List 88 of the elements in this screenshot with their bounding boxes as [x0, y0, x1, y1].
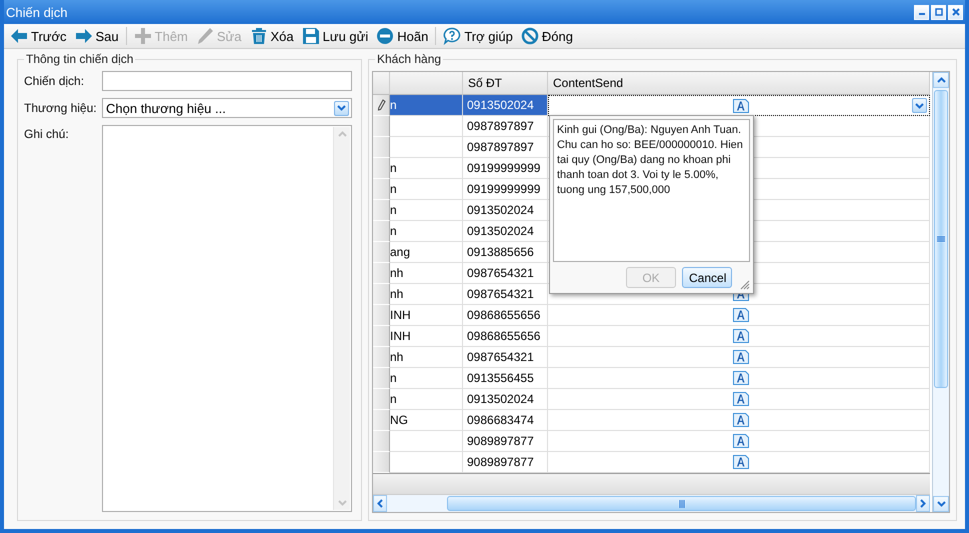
table-cell: 0913502024 — [463, 389, 548, 410]
text-document-icon[interactable] — [733, 350, 749, 364]
scroll-up-icon — [338, 131, 346, 137]
minimize-button[interactable] — [914, 4, 929, 20]
maximize-button[interactable] — [931, 4, 946, 20]
text-document-icon[interactable] — [733, 98, 749, 112]
table-cell: 0913885656 — [463, 242, 548, 263]
toolbar-button[interactable]: Đóng — [518, 27, 575, 45]
grip-lines-icon — [937, 236, 945, 242]
table-cell: n — [390, 200, 463, 221]
dropdown-button[interactable] — [912, 98, 927, 113]
chevron-up-icon — [936, 77, 946, 83]
text-document-icon[interactable] — [733, 329, 749, 343]
arrow-left-icon — [10, 27, 28, 45]
chevron-left-icon — [377, 499, 383, 508]
chevron-down-icon — [915, 102, 924, 108]
table-cell: 0986683474 — [463, 410, 548, 431]
group-title: Khách hàng — [375, 52, 444, 66]
text-document-icon[interactable] — [733, 308, 749, 322]
table-cell: ang — [390, 242, 463, 263]
table-cell: n — [390, 179, 463, 200]
row-header[interactable] — [373, 95, 390, 116]
field-label: Thương hiệu: — [24, 101, 98, 115]
field-label: Ghi chú: — [24, 126, 70, 141]
toolbar-button[interactable]: Lưu gửi — [300, 27, 370, 45]
column-header[interactable]: ContentSend — [548, 72, 930, 95]
close-icon — [952, 8, 960, 16]
help-icon — [443, 27, 462, 45]
table-cell: n — [390, 389, 463, 410]
table-cell: nh — [390, 263, 463, 284]
table-cell: nh — [390, 347, 463, 368]
text-document-icon[interactable] — [733, 455, 749, 469]
table-cell: 0987654321 — [463, 347, 548, 368]
text-document-icon[interactable] — [733, 392, 749, 406]
table-cell: 09199999999 — [463, 179, 548, 200]
pencil-icon — [376, 99, 386, 111]
table-cell: INH — [390, 305, 463, 326]
table-cell: n — [390, 158, 463, 179]
table-cell: 09199999999 — [463, 158, 548, 179]
table-cell: 0987654321 — [463, 284, 548, 305]
content-text-area[interactable]: Kinh gui (Ong/Ba): Nguyen Anh Tuan. Chu can ho so: BEE/000000010. Hien tai quy (Ong/Ba) dang no khoan phi thanh toan dot 3. Voi ty le 5.00%, tuong ung 157,500,000 — [553, 119, 750, 262]
arrow-right-icon — [74, 27, 93, 45]
text-document-icon[interactable] — [733, 371, 749, 385]
table-cell: n — [390, 368, 463, 389]
toolbar-button[interactable]: Hoãn — [374, 27, 430, 45]
toolbar-button[interactable]: Sau — [72, 27, 121, 45]
table-cell: 0913502024 — [463, 200, 548, 221]
chevron-down-icon — [337, 105, 346, 111]
table-cell: INH — [390, 326, 463, 347]
dialog-button[interactable]: Cancel — [682, 267, 732, 288]
pencil-icon — [196, 27, 214, 45]
grip-lines-icon — [678, 500, 684, 508]
table-cell: 0913556455 — [463, 368, 548, 389]
table-cell: 0913502024 — [463, 221, 548, 242]
no-entry-icon — [520, 27, 539, 45]
campaign-input-field[interactable] — [102, 71, 352, 91]
vertical-scrollbar[interactable] — [932, 72, 949, 512]
minus-circle-icon — [376, 27, 394, 45]
table-cell: 9089897877 — [463, 431, 548, 452]
plus-icon — [134, 27, 152, 45]
chevron-down-icon — [936, 501, 946, 507]
brand-dropdown[interactable]: Chọn thương hiệu ... — [102, 98, 352, 118]
table-cell: n — [390, 221, 463, 242]
table-cell: 09868655656 — [463, 305, 548, 326]
chevron-right-icon — [920, 499, 926, 508]
text-document-icon[interactable] — [733, 413, 749, 427]
scroll-down-icon — [338, 500, 346, 506]
table-cell: 0987897897 — [463, 116, 548, 137]
window-title: Chiến dịch — [5, 4, 68, 20]
table-cell: n — [390, 95, 463, 116]
table-cell: 0987654321 — [463, 263, 548, 284]
toolbar-button[interactable]: Trợ giúp — [441, 27, 515, 45]
resize-grip-icon[interactable] — [740, 280, 750, 290]
table-cell: 0987897897 — [463, 137, 548, 158]
trash-icon — [250, 27, 268, 45]
toolbar-button[interactable]: Trước — [8, 27, 69, 45]
table-cell: 0913502024 — [463, 95, 548, 116]
toolbar-button[interactable]: Xóa — [248, 27, 296, 45]
group-title: Thông tin chiến dịch — [24, 52, 136, 66]
maximize-icon — [934, 8, 942, 16]
table-cell: 09868655656 — [463, 326, 548, 347]
table-cell: NG — [390, 410, 463, 431]
table-cell: nh — [390, 284, 463, 305]
close-button[interactable] — [948, 4, 963, 20]
text-document-icon[interactable] — [733, 434, 749, 448]
field-label: Chiến dịch: — [24, 74, 86, 88]
column-header[interactable]: Số ĐT — [463, 72, 548, 95]
horizontal-scrollbar[interactable] — [373, 494, 930, 512]
